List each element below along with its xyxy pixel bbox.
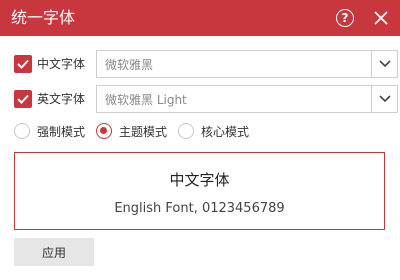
radio-label: 强制模式 — [37, 125, 86, 139]
chinese-font-row: 中文字体 微软雅黑 — [14, 50, 398, 78]
help-icon[interactable]: ? — [336, 9, 354, 27]
english-font-select[interactable]: 微软雅黑 Light — [96, 85, 398, 113]
chinese-font-select[interactable]: 微软雅黑 — [96, 50, 398, 78]
chinese-font-checkbox[interactable] — [14, 55, 32, 73]
close-icon[interactable] — [372, 8, 390, 28]
radio-force-mode[interactable]: 强制模式 — [14, 122, 90, 142]
preview-english-text: English Font, 0123456789 — [114, 201, 285, 216]
radio-button[interactable] — [14, 123, 30, 139]
preview-chinese-text: 中文字体 — [169, 171, 230, 189]
title-bar: 统一字体 ? — [0, 0, 400, 36]
radio-label: 核心模式 — [201, 125, 250, 139]
english-font-row: 英文字体 微软雅黑 Light — [14, 85, 398, 113]
radio-theme-mode[interactable]: 主题模式 — [96, 122, 176, 142]
chevron-down-icon[interactable] — [371, 86, 397, 112]
english-font-value: 微软雅黑 Light — [105, 93, 187, 107]
chinese-font-label: 中文字体 — [37, 57, 86, 71]
unify-font-dialog: 统一字体 ? 中文字体 微软雅黑 英文字体 微软雅黑 Light 强制模式 主题… — [0, 0, 400, 280]
font-preview-box: 中文字体 English Font, 0123456789 — [14, 152, 385, 230]
radio-core-mode[interactable]: 核心模式 — [178, 122, 258, 142]
radio-label: 主题模式 — [119, 125, 168, 139]
chinese-font-value: 微软雅黑 — [105, 58, 154, 72]
dialog-title: 统一字体 — [11, 8, 76, 27]
english-font-checkbox[interactable] — [14, 90, 32, 108]
apply-button[interactable]: 应用 — [14, 238, 94, 266]
radio-button[interactable] — [178, 123, 194, 139]
radio-button[interactable] — [96, 123, 112, 139]
english-font-label: 英文字体 — [37, 92, 86, 106]
mode-radio-group: 强制模式 主题模式 核心模式 — [14, 122, 386, 142]
chevron-down-icon[interactable] — [371, 51, 397, 77]
